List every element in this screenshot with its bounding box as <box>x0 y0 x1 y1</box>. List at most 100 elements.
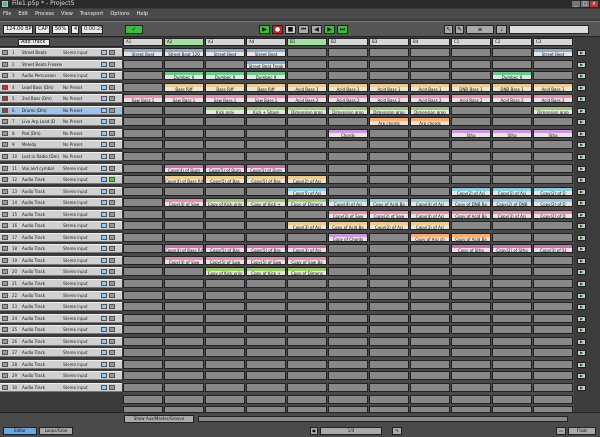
track-row[interactable]: 10 Lost in Radio (Dm) No Preset <box>0 151 122 161</box>
fx-button[interactable] <box>101 361 107 367</box>
empty-slot[interactable] <box>246 117 286 127</box>
empty-slot[interactable] <box>492 151 532 161</box>
track-name[interactable]: Drums (Dm) <box>22 107 62 114</box>
empty-slot[interactable] <box>123 382 163 392</box>
arm-button[interactable] <box>2 188 8 194</box>
empty-slot[interactable] <box>451 313 491 323</box>
track-name[interactable]: Audio Track <box>22 361 62 368</box>
scene-launch-button[interactable]: ▶ <box>577 165 586 172</box>
empty-slot[interactable] <box>369 302 409 312</box>
empty-slot[interactable] <box>205 221 245 231</box>
track-name[interactable]: Audio Track <box>22 384 62 391</box>
clip-cell[interactable]: Stha <box>451 128 491 138</box>
empty-slot[interactable] <box>369 186 409 196</box>
clip-cell[interactable]: Bass Riff <box>164 82 204 92</box>
empty-slot[interactable] <box>492 163 532 173</box>
empty-slot[interactable] <box>492 336 532 346</box>
minimize-button[interactable]: _ <box>572 1 580 7</box>
empty-slot[interactable] <box>246 128 286 138</box>
empty-slot[interactable] <box>123 163 163 173</box>
clip-cell[interactable]: Street Beat <box>205 48 245 57</box>
empty-slot[interactable] <box>451 48 491 57</box>
fx-button[interactable] <box>101 223 107 229</box>
empty-slot[interactable] <box>451 117 491 127</box>
empty-slot[interactable] <box>123 348 163 358</box>
empty-slot[interactable] <box>451 394 491 404</box>
clip-cell[interactable]: Copy of Dimens <box>287 267 327 277</box>
track-row[interactable]: 21 Audio Track Stereo input <box>0 279 122 288</box>
empty-slot[interactable] <box>328 371 368 381</box>
empty-slot[interactable] <box>410 175 450 185</box>
track-name[interactable]: Lead Bass (Dm) <box>22 84 62 91</box>
scene-launch-button[interactable]: ▶ <box>577 84 586 91</box>
empty-slot[interactable] <box>164 359 204 369</box>
clip-cell[interactable]: Street Beat <box>123 48 163 57</box>
fx-button[interactable] <box>101 327 107 333</box>
clip-cell[interactable]: Copy(5) of Bas <box>246 244 286 254</box>
empty-slot[interactable] <box>410 140 450 150</box>
monitor-button[interactable] <box>109 119 115 125</box>
scene-launch-button[interactable]: ▶ <box>577 96 586 103</box>
empty-slot[interactable] <box>369 59 409 69</box>
arm-button[interactable] <box>2 73 8 79</box>
scene-launch-button[interactable]: ▶ <box>577 384 586 391</box>
empty-slot[interactable] <box>328 348 368 358</box>
empty-slot[interactable] <box>328 244 368 254</box>
empty-slot[interactable] <box>164 105 204 115</box>
column-header[interactable]: B2 <box>328 38 368 46</box>
empty-slot[interactable] <box>205 140 245 150</box>
track-row[interactable]: 23 Audio Track Stereo input <box>0 302 122 312</box>
fast-forward-button[interactable]: ⏭ <box>337 25 348 34</box>
track-input[interactable]: Stereo input <box>63 361 99 368</box>
empty-slot[interactable] <box>205 232 245 242</box>
empty-slot[interactable] <box>328 267 368 277</box>
clip-cell[interactable]: Dumbec 9 <box>164 71 204 81</box>
monitor-button[interactable] <box>109 257 115 263</box>
track-input[interactable]: Stereo input <box>63 292 99 299</box>
track-input[interactable]: Stereo input <box>63 257 99 264</box>
clip-cell[interactable]: Street Beat Freak <box>246 59 286 69</box>
empty-slot[interactable] <box>287 382 327 392</box>
scene-launch-button[interactable]: ▶ <box>577 177 586 184</box>
empty-slot[interactable] <box>410 290 450 300</box>
track-input[interactable]: No Preset <box>63 130 99 137</box>
scene-launch-button[interactable]: ▶ <box>577 234 586 241</box>
clip-cell[interactable]: Street Beat <box>246 48 286 57</box>
track-row[interactable]: 29 Audio Track Stereo input <box>0 371 122 381</box>
empty-slot[interactable] <box>492 255 532 265</box>
empty-slot[interactable] <box>451 290 491 300</box>
monitor-button[interactable] <box>109 292 115 298</box>
empty-slot[interactable] <box>492 290 532 300</box>
scene-launch-button[interactable]: ▶ <box>577 188 586 195</box>
track-name[interactable]: Audio Track <box>22 326 62 333</box>
clip-cell[interactable]: Stha <box>492 128 532 138</box>
clip-cell[interactable]: Dimension groo <box>533 105 573 115</box>
empty-slot[interactable] <box>123 209 163 219</box>
empty-slot[interactable] <box>410 313 450 323</box>
track-name[interactable]: Audio Track <box>22 188 62 195</box>
empty-slot[interactable] <box>123 221 163 231</box>
fx-button[interactable] <box>101 257 107 263</box>
scene-launch-button[interactable]: ▶ <box>577 223 586 230</box>
scene-launch-button[interactable]: ▶ <box>577 373 586 380</box>
fx-button[interactable] <box>101 107 107 113</box>
arm-button[interactable] <box>2 315 8 321</box>
empty-slot[interactable] <box>369 140 409 150</box>
scene-launch-button[interactable]: ▶ <box>577 246 586 253</box>
empty-slot[interactable] <box>328 325 368 335</box>
empty-slot[interactable] <box>451 151 491 161</box>
empty-slot[interactable] <box>369 48 409 57</box>
arm-button[interactable] <box>2 361 8 367</box>
empty-slot[interactable] <box>492 105 532 115</box>
column-header[interactable]: C1 <box>451 38 491 46</box>
empty-slot[interactable] <box>246 232 286 242</box>
empty-slot[interactable] <box>123 151 163 161</box>
clip-cell[interactable]: Copy(3) of Aci <box>410 221 450 231</box>
clip-cell[interactable]: Copy(2) of Aci <box>369 221 409 231</box>
empty-slot[interactable] <box>123 71 163 81</box>
empty-slot[interactable] <box>328 336 368 346</box>
track-input[interactable]: Stereo input <box>63 176 99 183</box>
empty-slot[interactable] <box>205 302 245 312</box>
monitor-button[interactable] <box>109 338 115 344</box>
empty-slot[interactable] <box>451 255 491 265</box>
